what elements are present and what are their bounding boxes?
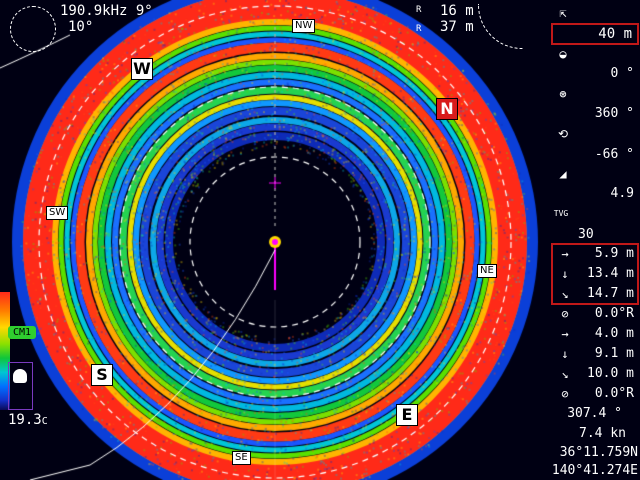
speaker-icon-box[interactable] [8, 362, 33, 410]
cursor-horizontal-distance: 4.0 m [595, 327, 634, 341]
cursor-bearing-2: 0.0°R [595, 387, 634, 401]
arrow-diag-icon: ↘ [556, 286, 574, 302]
sector-setting-icon[interactable]: ⊛ [554, 86, 572, 102]
cursor-slant-range: 10.0 m [587, 367, 634, 381]
compass-label-w[interactable]: W [131, 58, 153, 80]
water-temp-unit: C [42, 416, 48, 427]
arrow-diag-icon: ↘ [556, 366, 574, 382]
cursor-bearing-1: 0.0°R [595, 307, 634, 321]
range-setting-icon[interactable]: ⇱ [554, 5, 572, 21]
bearing-icon: ⊘ [556, 386, 574, 402]
latitude-readout: 36°11.759N [560, 446, 638, 460]
range-icon-top: R [416, 5, 421, 15]
sonar-screen[interactable]: 190.9kHz 9° 10° R R 16 m 37 m NW W N SW … [0, 0, 640, 480]
tx-power-value: 4.9 [611, 187, 634, 201]
range-setting-value: 40 m [598, 27, 632, 41]
tilt-setting-icon[interactable]: ◒ [554, 46, 572, 62]
compass-label-n[interactable]: N [436, 98, 458, 120]
water-temperature: 19.3C [8, 413, 48, 429]
range-readout-bottom: 37 m [440, 20, 474, 34]
compass-label-se[interactable]: SE [232, 451, 251, 465]
water-temp-value: 19.3 [8, 412, 42, 428]
arrow-down-icon: ↓ [556, 266, 574, 282]
gain-setting-value: -66 ° [595, 148, 634, 162]
tvg-label: TVG [554, 209, 568, 218]
gain-setting-icon[interactable]: ⟲ [554, 126, 572, 142]
bearing-icon: ⊘ [556, 306, 574, 322]
compass-label-sw[interactable]: SW [46, 206, 68, 220]
sonar-echo-display[interactable] [0, 0, 640, 480]
heading-readout: 307.4 ° [567, 407, 622, 421]
tilt-setting-value: 0 ° [611, 67, 634, 81]
speed-readout: 7.4 kn [579, 427, 626, 441]
cm-badge[interactable]: CM1 [8, 326, 36, 339]
gain-readout: 10° [68, 20, 93, 34]
frequency-tilt-readout: 190.9kHz 9° [60, 4, 153, 18]
compass-label-ne[interactable]: NE [477, 264, 497, 278]
range-readout-top: 16 m [440, 4, 474, 18]
marker-depth: 13.4 m [587, 267, 634, 281]
arrow-right-icon: → [556, 246, 574, 262]
arrow-down-icon: ↓ [556, 346, 574, 362]
range-icon-bottom: R [416, 24, 421, 34]
tx-power-icon[interactable]: ◢ [554, 166, 572, 182]
marker-slant-range: 14.7 m [587, 287, 634, 301]
longitude-readout: 140°41.274E [552, 464, 638, 478]
cursor-depth: 9.1 m [595, 347, 634, 361]
speaker-icon [13, 369, 27, 383]
tvg-setting-value: 30 [578, 228, 594, 242]
tvg-setting-icon[interactable]: TVG [552, 206, 570, 222]
marker-horizontal-distance: 5.9 m [595, 247, 634, 261]
own-ship-icon [10, 6, 56, 52]
compass-label-s[interactable]: S [91, 364, 113, 386]
compass-label-nw[interactable]: NW [292, 19, 315, 33]
compass-label-e[interactable]: E [396, 404, 418, 426]
sector-setting-value: 360 ° [595, 107, 634, 121]
arrow-right-icon: → [556, 326, 574, 342]
